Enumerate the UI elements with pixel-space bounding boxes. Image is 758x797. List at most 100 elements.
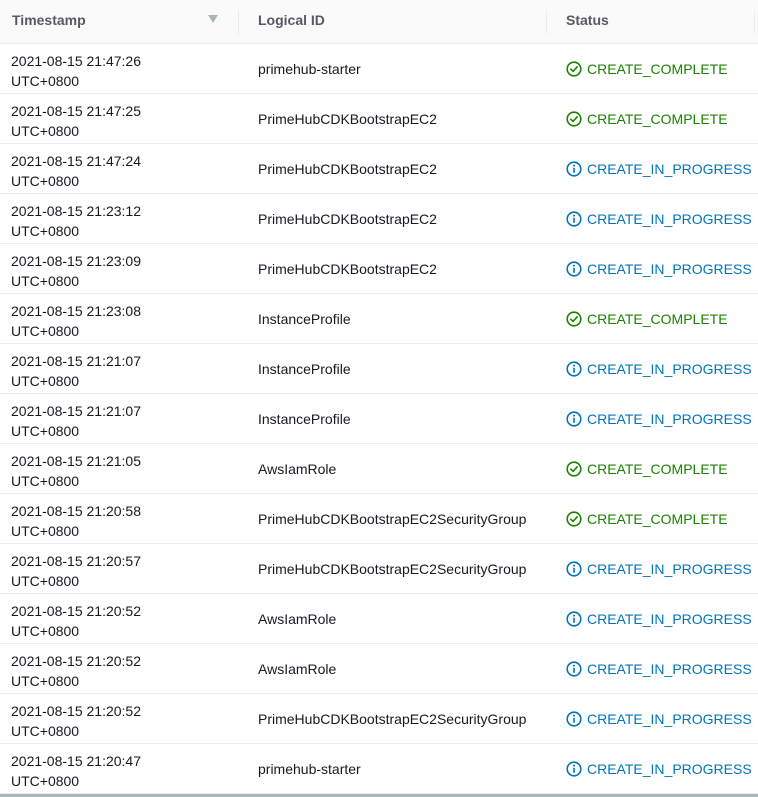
status-label: CREATE_IN_PROGRESS — [587, 161, 752, 177]
timestamp-cell: 2021-08-15 21:20:52 UTC+0800 — [11, 701, 141, 741]
status-info-icon — [566, 561, 582, 577]
timestamp-cell: 2021-08-15 21:20:52 UTC+0800 — [11, 601, 141, 641]
status-success-icon — [566, 61, 582, 77]
status-cell: CREATE_COMPLETE — [566, 109, 728, 129]
timestamp-timezone: UTC+0800 — [11, 523, 80, 539]
status-label: CREATE_COMPLETE — [587, 111, 728, 127]
logical-id-cell: AwsIamRole — [258, 611, 337, 627]
table-row[interactable]: 2021-08-15 21:47:24 UTC+0800 PrimeHubCDKBo… — [0, 144, 758, 194]
timestamp-date: 2021-08-15 21:47:24 — [11, 153, 141, 169]
status-success-icon — [566, 311, 582, 327]
table-row[interactable]: 2021-08-15 21:23:08 UTC+0800 InstanceProfi… — [0, 294, 758, 344]
logical-id-cell: PrimeHubCDKBootstrapEC2SecurityGroup — [258, 711, 527, 727]
table-row[interactable]: 2021-08-15 21:23:12 UTC+0800 PrimeHubCDKBo… — [0, 194, 758, 244]
timestamp-date: 2021-08-15 21:23:08 — [11, 303, 141, 319]
timestamp-cell: 2021-08-15 21:20:57 UTC+0800 — [11, 551, 141, 591]
timestamp-date: 2021-08-15 21:20:47 — [11, 753, 141, 769]
timestamp-cell: 2021-08-15 21:21:07 UTC+0800 — [11, 351, 141, 391]
timestamp-timezone: UTC+0800 — [11, 623, 80, 639]
table-row[interactable]: 2021-08-15 21:20:58 UTC+0800 PrimeHubCDKBo… — [0, 494, 758, 544]
timestamp-cell: 2021-08-15 21:23:09 UTC+0800 — [11, 251, 141, 291]
timestamp-date: 2021-08-15 21:47:26 — [11, 53, 141, 69]
timestamp-date: 2021-08-15 21:23:09 — [11, 253, 141, 269]
status-cell: CREATE_IN_PROGRESS — [566, 709, 752, 729]
sort-descending-icon[interactable] — [208, 15, 218, 23]
column-divider[interactable] — [754, 10, 755, 34]
timestamp-timezone: UTC+0800 — [11, 423, 80, 439]
timestamp-cell: 2021-08-15 21:20:47 UTC+0800 — [11, 751, 141, 791]
status-cell: CREATE_IN_PROGRESS — [566, 559, 752, 579]
status-label: CREATE_COMPLETE — [587, 461, 728, 477]
status-info-icon — [566, 761, 582, 777]
status-info-icon — [566, 211, 582, 227]
status-label: CREATE_IN_PROGRESS — [587, 561, 752, 577]
timestamp-date: 2021-08-15 21:21:07 — [11, 403, 141, 419]
status-cell: CREATE_IN_PROGRESS — [566, 609, 752, 629]
table-row[interactable]: 2021-08-15 21:20:52 UTC+0800 PrimeHubCDKBo… — [0, 694, 758, 744]
timestamp-cell: 2021-08-15 21:47:24 UTC+0800 — [11, 151, 141, 191]
logical-id-cell: primehub-starter — [258, 61, 361, 77]
timestamp-date: 2021-08-15 21:21:07 — [11, 353, 141, 369]
timestamp-timezone: UTC+0800 — [11, 323, 80, 339]
status-info-icon — [566, 361, 582, 377]
timestamp-timezone: UTC+0800 — [11, 723, 80, 739]
timestamp-timezone: UTC+0800 — [11, 273, 80, 289]
status-info-icon — [566, 261, 582, 277]
status-cell: CREATE_COMPLETE — [566, 309, 728, 329]
status-label: CREATE_IN_PROGRESS — [587, 411, 752, 427]
table-row[interactable]: 2021-08-15 21:23:09 UTC+0800 PrimeHubCDKBo… — [0, 244, 758, 294]
timestamp-timezone: UTC+0800 — [11, 473, 80, 489]
table-row[interactable]: 2021-08-15 21:20:52 UTC+0800 AwsIamRole CRE… — [0, 594, 758, 644]
column-header-status[interactable]: Status — [566, 0, 756, 44]
logical-id-cell: InstanceProfile — [258, 361, 351, 377]
table-body: 2021-08-15 21:47:26 UTC+0800 primehub-star… — [0, 44, 758, 794]
status-cell: CREATE_COMPLETE — [566, 459, 728, 479]
logical-id-cell: InstanceProfile — [258, 311, 351, 327]
timestamp-cell: 2021-08-15 21:21:07 UTC+0800 — [11, 401, 141, 441]
timestamp-date: 2021-08-15 21:23:12 — [11, 203, 141, 219]
table-row[interactable]: 2021-08-15 21:20:57 UTC+0800 PrimeHubCDKBo… — [0, 544, 758, 594]
status-label: CREATE_IN_PROGRESS — [587, 761, 752, 777]
table-row[interactable]: 2021-08-15 21:47:26 UTC+0800 primehub-star… — [0, 44, 758, 94]
logical-id-cell: PrimeHubCDKBootstrapEC2 — [258, 211, 437, 227]
column-divider[interactable] — [238, 10, 239, 34]
timestamp-timezone: UTC+0800 — [11, 223, 80, 239]
table-row[interactable]: 2021-08-15 21:20:52 UTC+0800 AwsIamRole CRE… — [0, 644, 758, 694]
timestamp-date: 2021-08-15 21:20:58 — [11, 503, 141, 519]
status-cell: CREATE_IN_PROGRESS — [566, 409, 752, 429]
table-row[interactable]: 2021-08-15 21:21:07 UTC+0800 InstanceProfi… — [0, 344, 758, 394]
timestamp-cell: 2021-08-15 21:23:08 UTC+0800 — [11, 301, 141, 341]
status-label: CREATE_IN_PROGRESS — [587, 711, 752, 727]
status-success-icon — [566, 111, 582, 127]
status-success-icon — [566, 511, 582, 527]
table-row[interactable]: 2021-08-15 21:20:47 UTC+0800 primehub-star… — [0, 744, 758, 794]
column-header-timestamp[interactable]: Timestamp — [12, 0, 238, 44]
status-success-icon — [566, 461, 582, 477]
status-cell: CREATE_COMPLETE — [566, 509, 728, 529]
timestamp-cell: 2021-08-15 21:47:25 UTC+0800 — [11, 101, 141, 141]
logical-id-cell: AwsIamRole — [258, 461, 337, 477]
logical-id-cell: AwsIamRole — [258, 661, 337, 677]
timestamp-date: 2021-08-15 21:21:05 — [11, 453, 141, 469]
table-row[interactable]: 2021-08-15 21:21:07 UTC+0800 InstanceProfi… — [0, 394, 758, 444]
status-info-icon — [566, 161, 582, 177]
status-label: CREATE_COMPLETE — [587, 61, 728, 77]
status-label: CREATE_IN_PROGRESS — [587, 611, 752, 627]
logical-id-cell: InstanceProfile — [258, 411, 351, 427]
timestamp-cell: 2021-08-15 21:47:26 UTC+0800 — [11, 51, 141, 91]
table-row[interactable]: 2021-08-15 21:47:25 UTC+0800 PrimeHubCDKBo… — [0, 94, 758, 144]
timestamp-timezone: UTC+0800 — [11, 573, 80, 589]
timestamp-date: 2021-08-15 21:20:57 — [11, 553, 141, 569]
timestamp-cell: 2021-08-15 21:21:05 UTC+0800 — [11, 451, 141, 491]
column-header-logical-id[interactable]: Logical ID — [258, 0, 546, 44]
table-row[interactable]: 2021-08-15 21:21:05 UTC+0800 AwsIamRole CRE… — [0, 444, 758, 494]
logical-id-cell: PrimeHubCDKBootstrapEC2SecurityGroup — [258, 511, 527, 527]
status-label: CREATE_IN_PROGRESS — [587, 661, 752, 677]
status-info-icon — [566, 711, 582, 727]
timestamp-date: 2021-08-15 21:47:25 — [11, 103, 141, 119]
logical-id-cell: PrimeHubCDKBootstrapEC2 — [258, 161, 437, 177]
timestamp-timezone: UTC+0800 — [11, 123, 80, 139]
status-label: CREATE_IN_PROGRESS — [587, 211, 752, 227]
status-label: CREATE_COMPLETE — [587, 311, 728, 327]
column-divider[interactable] — [546, 10, 547, 34]
